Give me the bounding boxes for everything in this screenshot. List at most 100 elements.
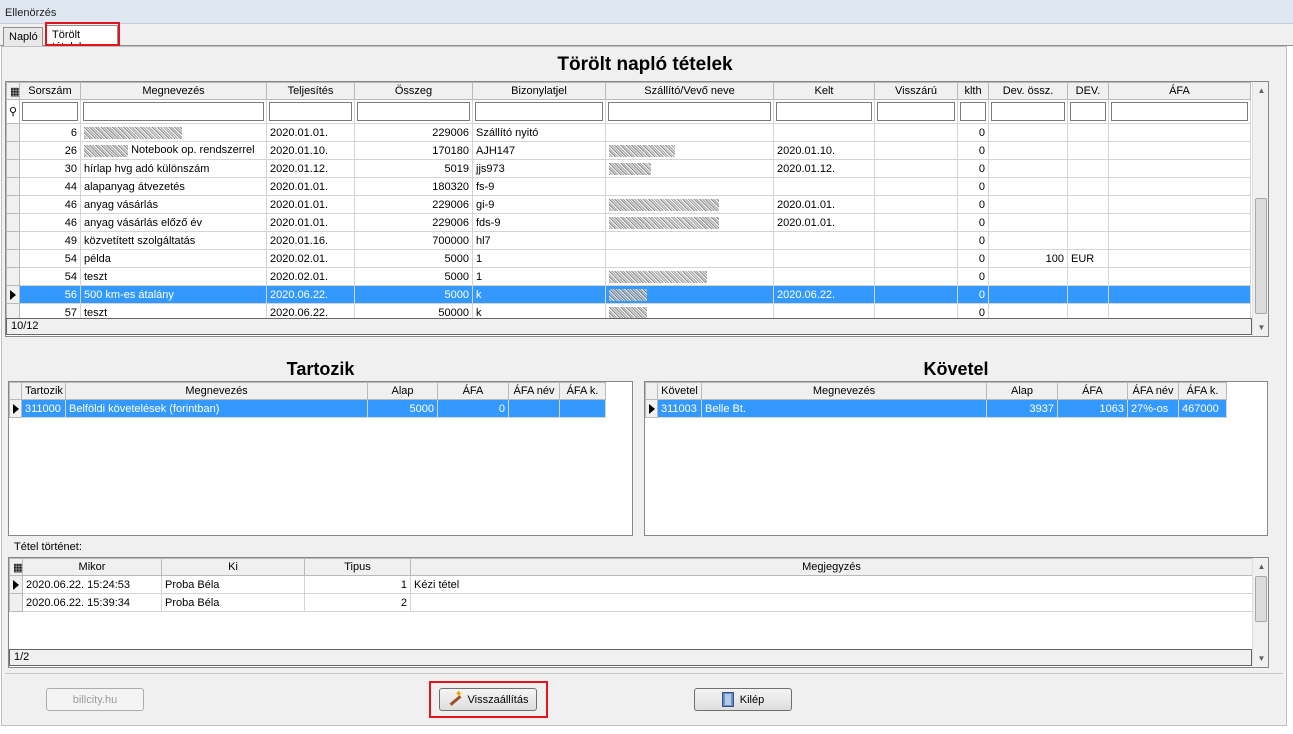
exit-button[interactable]: Kilép [694, 688, 792, 711]
table-row[interactable]: 2020.06.22. 15:39:34 Proba Béla 2 [9, 593, 1253, 612]
col-header-afa-nev[interactable]: ÁFA név [1127, 382, 1179, 400]
col-header-sorszam[interactable]: Sorszám [19, 82, 81, 100]
table-row[interactable]: 46 anyag vásárlás 2020.01.01. 229006 gi-9 202… [6, 195, 1251, 214]
col-header-kovetel[interactable]: Követel [657, 382, 702, 400]
col-header-dev[interactable]: DEV. [1067, 82, 1109, 100]
col-header-alap[interactable]: Alap [367, 382, 438, 400]
redacted-text [609, 288, 647, 301]
grid-options-icon[interactable]: ▦ [9, 558, 23, 576]
table-row[interactable]: 56 500 km-es átalány 2020.06.22. 5000 k 2020.… [6, 285, 1251, 304]
filter-bizonylatjel-input[interactable] [475, 102, 603, 121]
history-grid[interactable]: ▦ Mikor Ki Tipus Megjegyzés 2020.06.22. … [8, 557, 1269, 668]
col-header-afa-k[interactable]: ÁFA k. [559, 382, 606, 400]
row-indicator [9, 399, 22, 418]
table-row[interactable]: 44 alapanyag átvezetés 2020.01.01. 180320 fs… [6, 177, 1251, 196]
deleted-items-scrollbar[interactable]: ▲ ▼ [1252, 82, 1268, 336]
deleted-items-navigator: 10/12 [6, 318, 1252, 335]
col-header-visszaru[interactable]: Visszárú [874, 82, 958, 100]
billcity-button[interactable]: billcity.hu [46, 688, 144, 711]
filter-klth-input[interactable] [960, 102, 986, 121]
redacted-text [609, 144, 675, 157]
cell-dev [1067, 231, 1109, 250]
cell-teljesites: 2020.01.01. [266, 123, 355, 142]
history-header: ▦ Mikor Ki Tipus Megjegyzés [9, 558, 1253, 576]
table-row[interactable]: 2020.06.22. 15:24:53 Proba Béla 1 Kézi t… [9, 575, 1253, 594]
debit-grid[interactable]: Tartozik Megnevezés Alap ÁFA ÁFA név ÁFA… [8, 381, 633, 536]
deleted-items-grid[interactable]: ▦ Sorszám Megnevezés Teljesítés Összeg B… [5, 81, 1269, 337]
cell-klth: 0 [957, 177, 989, 196]
tab-torolt-tetelek[interactable]: Törölt tételek [46, 25, 118, 53]
table-row[interactable]: 49 közvetített szolgáltatás 2020.01.16. 700… [6, 231, 1251, 250]
cell-teljesites: 2020.02.01. [266, 267, 355, 286]
col-header-kelt[interactable]: Kelt [773, 82, 875, 100]
col-header-partner[interactable]: Szállító/Vevő neve [605, 82, 774, 100]
filter-visszaru-input[interactable] [877, 102, 955, 121]
scroll-up-icon[interactable]: ▲ [1253, 558, 1268, 575]
filter-cell [266, 99, 355, 124]
filter-teljesites-input[interactable] [269, 102, 352, 121]
col-header-dev-ossz[interactable]: Dev. össz. [988, 82, 1068, 100]
cell-afa-nev: 27%-os [1127, 399, 1179, 418]
table-row[interactable]: 26 Notebook op. rendszerrel 2020.01.10. 17… [6, 141, 1251, 160]
cell-dev [1067, 141, 1109, 160]
history-scrollbar[interactable]: ▲ ▼ [1252, 558, 1268, 667]
filter-kelt-input[interactable] [776, 102, 872, 121]
filter-afa-input[interactable] [1111, 102, 1248, 121]
col-header-klth[interactable]: klth [957, 82, 989, 100]
cell-partner [605, 123, 774, 142]
restore-button[interactable]: Visszaállítás [439, 688, 537, 711]
table-row[interactable]: 311003 Belle Bt. 3937 1063 27%-os 467000 [645, 399, 1227, 418]
table-row[interactable]: 46 anyag vásárlás előző év 2020.01.01. 2290… [6, 213, 1251, 232]
col-header-alap[interactable]: Alap [986, 382, 1058, 400]
col-header-afa[interactable]: ÁFA [1057, 382, 1128, 400]
cell-partner [605, 177, 774, 196]
col-header-bizonylatjel[interactable]: Bizonylatjel [472, 82, 606, 100]
col-header-afa-nev[interactable]: ÁFA név [508, 382, 560, 400]
cell-dev-ossz: 100 [988, 249, 1068, 268]
filter-osszeg-input[interactable] [357, 102, 470, 121]
filter-cell [1108, 99, 1251, 124]
table-row[interactable]: 30 hírlap hvg adó különszám 2020.01.12. 501… [6, 159, 1251, 178]
table-row[interactable]: 6 2020.01.01. 229006 Szállító nyitó 0 [6, 123, 1251, 142]
cell-osszeg: 5000 [354, 267, 473, 286]
col-header-tartozik[interactable]: Tartozik [21, 382, 66, 400]
redacted-text [84, 144, 128, 157]
col-header-afa-k[interactable]: ÁFA k. [1178, 382, 1227, 400]
credit-grid[interactable]: Követel Megnevezés Alap ÁFA ÁFA név ÁFA … [644, 381, 1268, 536]
scroll-up-icon[interactable]: ▲ [1253, 82, 1268, 99]
current-row-arrow-icon [13, 579, 19, 590]
col-header-tipus[interactable]: Tipus [304, 558, 411, 576]
table-row[interactable]: 54 teszt 2020.02.01. 5000 1 0 [6, 267, 1251, 286]
col-header-megjegyzes[interactable]: Megjegyzés [410, 558, 1253, 576]
scroll-thumb[interactable] [1255, 198, 1267, 314]
tab-naplo[interactable]: Napló [3, 27, 43, 46]
col-header-megnevezes[interactable]: Megnevezés [80, 82, 267, 100]
cell-dev-ossz [988, 141, 1068, 160]
scroll-down-icon[interactable]: ▼ [1253, 650, 1268, 667]
col-header-teljesites[interactable]: Teljesítés [266, 82, 355, 100]
row-indicator [9, 575, 23, 594]
col-header-ki[interactable]: Ki [161, 558, 305, 576]
cell-sorszam: 56 [19, 285, 81, 304]
table-row[interactable]: 311000 Belföldi követelések (forintban) … [9, 399, 606, 418]
grid-options-icon[interactable]: ▦ [6, 82, 20, 100]
filter-dev-ossz-input[interactable] [991, 102, 1065, 121]
col-header-afa[interactable]: ÁFA [437, 382, 509, 400]
col-header-megnevezes[interactable]: Megnevezés [701, 382, 987, 400]
filter-megnevezes-input[interactable] [83, 102, 264, 121]
col-header-osszeg[interactable]: Összeg [354, 82, 473, 100]
filter-dev-input[interactable] [1070, 102, 1106, 121]
filter-partner-input[interactable] [608, 102, 771, 121]
table-row[interactable]: 54 példa 2020.02.01. 5000 1 0 100 EUR [6, 249, 1251, 268]
cell-tipus: 2 [304, 593, 411, 612]
filter-sorszam-input[interactable] [22, 102, 78, 121]
col-header-afa[interactable]: ÁFA [1108, 82, 1251, 100]
deleted-items-header: ▦ Sorszám Megnevezés Teljesítés Összeg B… [6, 82, 1251, 100]
cell-alap: 5000 [367, 399, 438, 418]
history-table: ▦ Mikor Ki Tipus Megjegyzés 2020.06.22. … [9, 558, 1253, 612]
scroll-down-icon[interactable]: ▼ [1253, 319, 1268, 336]
col-header-megnevezes[interactable]: Megnevezés [65, 382, 368, 400]
scroll-thumb[interactable] [1255, 576, 1267, 622]
cell-bizonylatjel: AJH147 [472, 141, 606, 160]
col-header-mikor[interactable]: Mikor [22, 558, 162, 576]
